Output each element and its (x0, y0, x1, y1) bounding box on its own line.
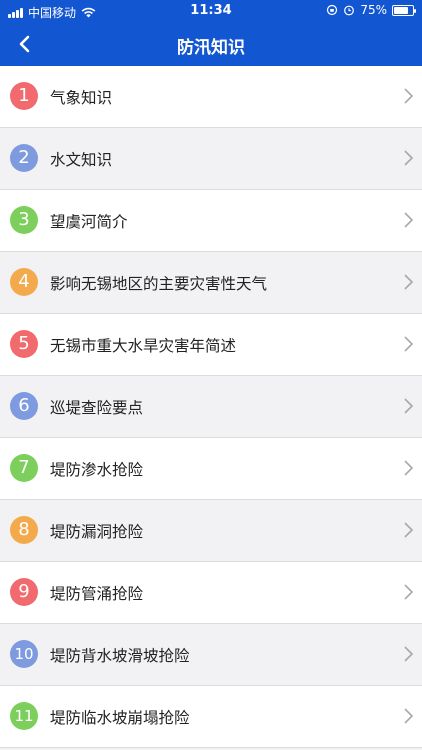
rotation-lock-icon (327, 4, 338, 16)
chevron-right-icon (404, 460, 414, 476)
list-item[interactable]: 4 影响无锡地区的主要灾害性天气 (0, 252, 422, 314)
item-number-badge: 9 (10, 578, 38, 606)
item-label: 堤防漏洞抢险 (50, 523, 144, 541)
knowledge-list: 1 气象知识 2 水文知识 3 望虞河简介 4 影响无锡地区的主要灾害性天气 5 无锡市重大水旱灾… (0, 66, 422, 748)
item-number-badge: 10 (10, 640, 38, 668)
item-label: 巡堤查险要点 (50, 399, 144, 417)
chevron-right-icon (404, 522, 414, 538)
item-label: 水文知识 (50, 151, 113, 169)
list-item[interactable]: 2 水文知识 (0, 128, 422, 190)
battery-percent: 75% (360, 3, 387, 17)
chevron-right-icon (404, 150, 414, 166)
battery-fill (394, 6, 408, 14)
item-number-badge: 5 (10, 330, 38, 358)
item-label: 堤防临水坡崩塌抢险 (50, 709, 190, 727)
list-item[interactable]: 3 望虞河简介 (0, 190, 422, 252)
chevron-right-icon (404, 336, 414, 352)
item-label: 气象知识 (50, 89, 113, 107)
item-number-badge: 4 (10, 268, 38, 296)
list-item[interactable]: 7 堤防渗水抢险 (0, 438, 422, 500)
list-item[interactable]: 10 堤防背水坡滑坡抢险 (0, 624, 422, 686)
list-item[interactable]: 11 堤防临水坡崩塌抢险 (0, 686, 422, 748)
item-label: 影响无锡地区的主要灾害性天气 (50, 275, 268, 293)
item-label: 堤防背水坡滑坡抢险 (50, 647, 190, 665)
list-item[interactable]: 8 堤防漏洞抢险 (0, 500, 422, 562)
header-bar: 中国移动 11:34 75% 防汛知识 (0, 0, 422, 66)
chevron-right-icon (404, 88, 414, 104)
chevron-right-icon (404, 212, 414, 228)
alarm-icon (344, 5, 355, 16)
item-label: 堤防管涌抢险 (50, 585, 144, 603)
item-number-badge: 1 (10, 82, 38, 110)
chevron-right-icon (404, 274, 414, 290)
list-item[interactable]: 1 气象知识 (0, 66, 422, 128)
chevron-right-icon (404, 398, 414, 414)
nav-bar: 防汛知识 (0, 22, 422, 66)
battery-icon (392, 4, 416, 16)
item-number-badge: 8 (10, 516, 38, 544)
item-label: 无锡市重大水旱灾害年简述 (50, 337, 237, 355)
item-number-badge: 2 (10, 144, 38, 172)
item-number-badge: 6 (10, 392, 38, 420)
list-item[interactable]: 6 巡堤查险要点 (0, 376, 422, 438)
chevron-right-icon (404, 708, 414, 724)
status-right: 75% (326, 3, 416, 17)
chevron-right-icon (404, 646, 414, 662)
item-number-badge: 3 (10, 206, 38, 234)
list-item[interactable]: 5 无锡市重大水旱灾害年简述 (0, 314, 422, 376)
chevron-right-icon (404, 584, 414, 600)
item-label: 堤防渗水抢险 (50, 461, 144, 479)
item-number-badge: 7 (10, 454, 38, 482)
item-number-badge: 11 (10, 702, 38, 730)
page-title: 防汛知识 (177, 38, 245, 58)
status-bar: 中国移动 11:34 75% (0, 0, 422, 22)
item-label: 望虞河简介 (50, 213, 128, 231)
list-item[interactable]: 9 堤防管涌抢险 (0, 562, 422, 624)
